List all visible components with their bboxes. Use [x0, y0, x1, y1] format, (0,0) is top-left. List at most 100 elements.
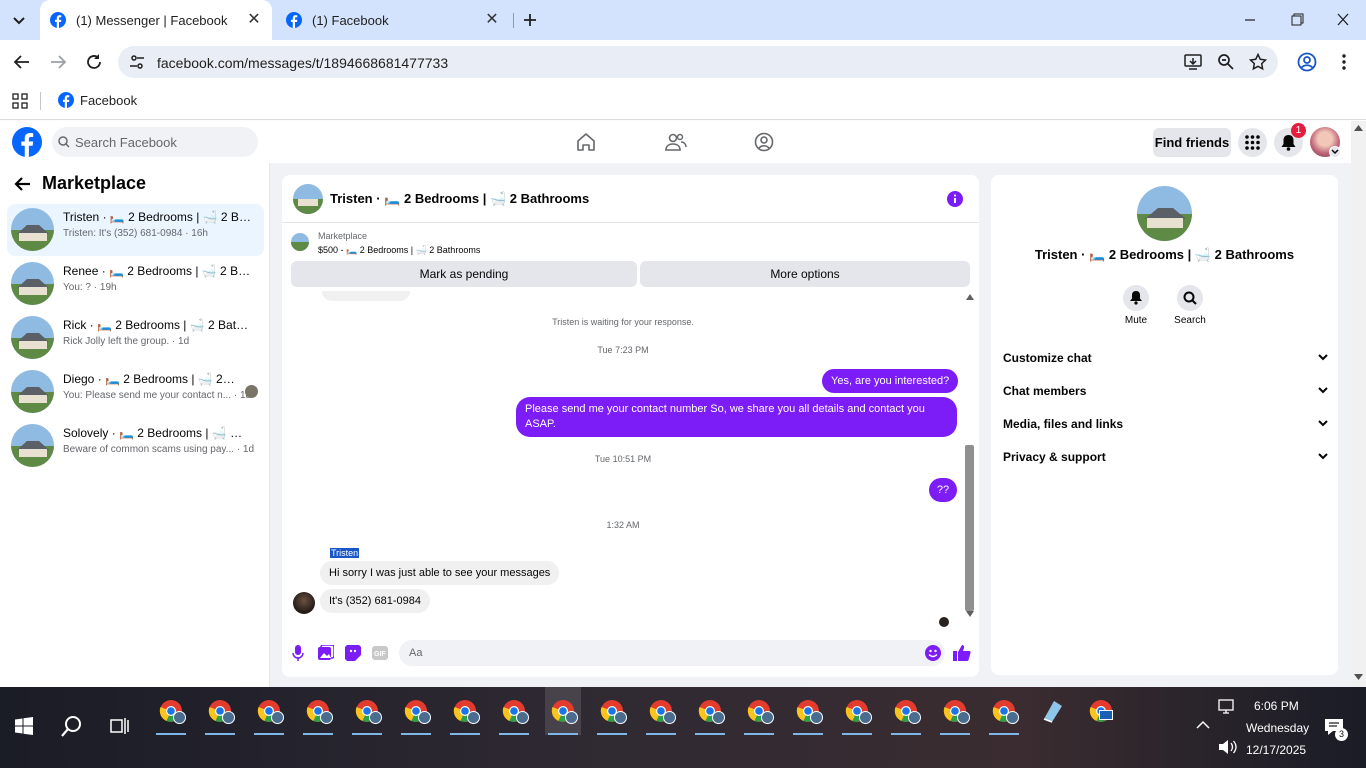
back-arrow-button[interactable] — [14, 175, 32, 193]
chrome-taskbar-icon[interactable] — [153, 695, 189, 735]
privacy-support-section[interactable]: Privacy & support — [1003, 450, 1329, 470]
chrome-taskbar-icon[interactable] — [741, 695, 777, 735]
forward-button[interactable] — [48, 52, 68, 72]
gif-button[interactable]: GIF — [372, 645, 388, 661]
sticker-button[interactable] — [345, 645, 361, 661]
page-scrollbar[interactable] — [1351, 121, 1366, 687]
task-view-button[interactable] — [110, 717, 130, 735]
message-bubble-outgoing[interactable]: Please send me your contact number So, w… — [516, 397, 957, 437]
groups-nav-button[interactable] — [754, 132, 774, 152]
close-tab-icon[interactable]: ✕ — [484, 12, 500, 28]
chat-avatar[interactable] — [293, 184, 323, 214]
sender-avatar[interactable] — [293, 592, 315, 614]
chrome-taskbar-icon[interactable] — [251, 695, 287, 735]
conversation-item[interactable]: Renee · 🛏️ 2 Bedrooms | 🛁 2 Bath... You:… — [7, 258, 264, 310]
chrome-taskbar-icon[interactable] — [692, 695, 728, 735]
sender-name[interactable]: Tristen — [330, 548, 360, 558]
customize-chat-section[interactable]: Customize chat — [1003, 351, 1329, 371]
media-files-links-section[interactable]: Media, files and links — [1003, 417, 1329, 437]
url-text[interactable]: facebook.com/messages/t/1894668681477733 — [157, 55, 448, 71]
chrome-taskbar-icon[interactable] — [790, 695, 826, 735]
search-conversation-button[interactable] — [1177, 285, 1203, 311]
bookmark-facebook[interactable]: Facebook — [58, 92, 137, 108]
new-tab-button[interactable] — [520, 10, 540, 30]
start-button[interactable] — [15, 717, 33, 735]
mark-as-pending-button[interactable]: Mark as pending — [291, 261, 637, 287]
chrome-taskbar-icon[interactable] — [496, 695, 532, 735]
chat-title[interactable]: Tristen · 🛏️ 2 Bedrooms | 🛁 2 Bathrooms — [330, 191, 589, 207]
conversation-item[interactable]: Solovely · 🛏️ 2 Bedrooms | 🛁 2 B... Bewa… — [7, 420, 264, 472]
tab-facebook[interactable]: (1) Facebook ✕ — [276, 0, 510, 40]
conversation-item[interactable]: Tristen · 🛏️ 2 Bedrooms | 🛁 2 Bat... Tri… — [7, 204, 264, 256]
friends-nav-button[interactable] — [665, 132, 687, 152]
network-icon[interactable] — [1218, 699, 1236, 715]
voice-clip-button[interactable] — [292, 645, 304, 661]
gif-icon: GIF — [372, 646, 388, 660]
emoji-button[interactable] — [925, 645, 941, 661]
info-button[interactable] — [947, 191, 963, 207]
chrome-alt-taskbar-icon[interactable] — [1083, 695, 1119, 735]
chrome-taskbar-icon[interactable] — [300, 695, 336, 735]
menu-button[interactable] — [1238, 128, 1267, 157]
volume-icon[interactable] — [1218, 739, 1238, 755]
reload-button[interactable] — [84, 52, 104, 72]
message-bubble-incoming[interactable]: It's (352) 681-0984 — [320, 589, 430, 613]
chrome-taskbar-icon[interactable] — [594, 695, 630, 735]
message-bubble-outgoing[interactable]: ?? — [929, 478, 957, 502]
profile-icon[interactable] — [1297, 52, 1317, 72]
apps-grid-icon[interactable] — [12, 93, 28, 109]
home-nav-button[interactable] — [576, 132, 596, 152]
search-taskbar-button[interactable] — [61, 715, 83, 737]
details-avatar[interactable] — [1137, 186, 1192, 241]
site-info-icon[interactable] — [129, 54, 145, 70]
conversation-item[interactable]: Diego · 🛏️ 2 Bedrooms | 🛁 2 B... You: Pl… — [7, 366, 264, 418]
bookmark-star-icon[interactable] — [1249, 53, 1267, 71]
close-window-button[interactable] — [1333, 12, 1353, 28]
find-friends-button[interactable]: Find friends — [1153, 128, 1231, 157]
tab-search-button[interactable] — [8, 10, 30, 30]
mute-button[interactable] — [1123, 285, 1149, 311]
notepad-taskbar-icon[interactable] — [1034, 695, 1070, 735]
chrome-taskbar-icon[interactable] — [888, 695, 924, 735]
search-input[interactable]: Search Facebook — [52, 127, 258, 157]
back-button[interactable] — [12, 52, 32, 72]
conversation-item[interactable]: Rick · 🛏️ 2 Bedrooms | 🛁 2 Bathr... Rick… — [7, 312, 264, 364]
listing-detail[interactable]: $500 - 🛏️ 2 Bedrooms | 🛁 2 Bathrooms — [318, 245, 480, 256]
close-tab-icon[interactable]: ✕ — [246, 12, 262, 28]
chrome-taskbar-icon[interactable] — [202, 695, 238, 735]
like-button[interactable] — [953, 644, 971, 662]
account-chevron-icon[interactable] — [1329, 146, 1341, 158]
address-bar[interactable]: facebook.com/messages/t/1894668681477733 — [118, 46, 1278, 78]
chrome-taskbar-icon[interactable] — [398, 695, 434, 735]
chrome-taskbar-icon[interactable] — [349, 695, 385, 735]
chat-members-section[interactable]: Chat members — [1003, 384, 1329, 404]
attach-photo-button[interactable] — [318, 645, 334, 661]
chat-scrollbar[interactable] — [964, 291, 976, 621]
notifications-button[interactable]: 1 — [1274, 123, 1306, 157]
menu-kebab-icon[interactable] — [1334, 52, 1354, 72]
more-options-button[interactable]: More options — [640, 261, 970, 287]
install-app-icon[interactable] — [1184, 53, 1202, 71]
chrome-taskbar-icon[interactable] — [839, 695, 875, 735]
chrome-taskbar-icon[interactable] — [643, 695, 679, 735]
clock-time[interactable]: 6:06 PM — [1254, 699, 1299, 713]
minimize-button[interactable] — [1240, 12, 1260, 28]
listing-thumbnail[interactable] — [291, 233, 309, 251]
facebook-logo[interactable] — [12, 127, 42, 157]
message-bubble-incoming[interactable]: Hi sorry I was just able to see your mes… — [320, 561, 560, 585]
chrome-taskbar-icon[interactable] — [937, 695, 973, 735]
chrome-taskbar-icon[interactable] — [545, 687, 581, 735]
tab-messenger[interactable]: (1) Messenger | Facebook ✕ — [40, 0, 272, 40]
message-input[interactable]: Aa — [399, 640, 945, 666]
message-bubble-outgoing[interactable]: Yes, are you interested? — [822, 369, 959, 393]
show-hidden-icons[interactable] — [1196, 720, 1210, 730]
scroll-thumb[interactable] — [965, 445, 974, 611]
restore-button[interactable] — [1287, 12, 1307, 28]
action-center-button[interactable]: 3 — [1324, 717, 1348, 741]
conversation-name: Renee · 🛏️ 2 Bedrooms | 🛁 2 Bath... — [63, 264, 253, 278]
clock-day[interactable]: Wednesday — [1246, 721, 1309, 735]
clock-date[interactable]: 12/17/2025 — [1246, 743, 1306, 757]
chrome-taskbar-icon[interactable] — [986, 695, 1022, 735]
chrome-taskbar-icon[interactable] — [447, 695, 483, 735]
zoom-icon[interactable] — [1217, 53, 1235, 71]
